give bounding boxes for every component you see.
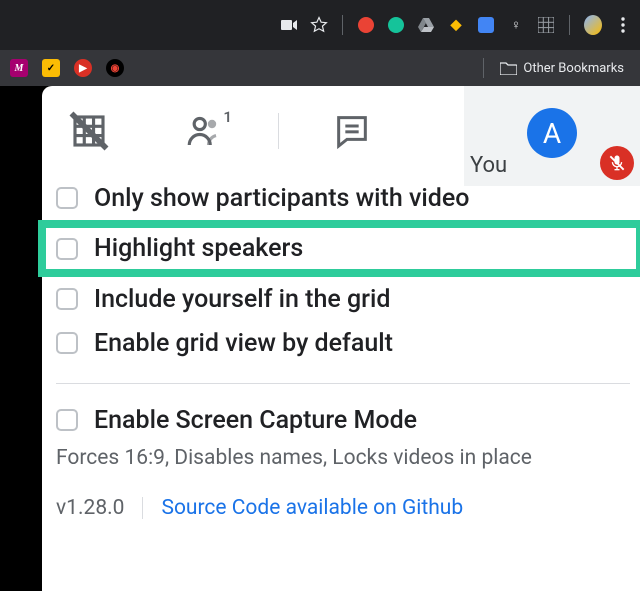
option-include-yourself[interactable]: Include yourself in the grid: [56, 277, 630, 321]
ext-drive-icon[interactable]: [417, 16, 435, 34]
folder-icon: [500, 61, 517, 75]
option-enable-default[interactable]: Enable grid view by default: [56, 321, 630, 365]
star-icon[interactable]: [310, 16, 328, 34]
bookmark-item-2[interactable]: ✓: [42, 59, 60, 77]
camera-icon[interactable]: [280, 16, 298, 34]
toolbar-separator: [569, 15, 570, 35]
bookmarks-separator: [483, 58, 484, 78]
checkbox-icon[interactable]: [56, 332, 78, 354]
source-code-link[interactable]: Source Code available on Github: [161, 496, 463, 520]
self-view-tile[interactable]: A You: [464, 86, 640, 186]
mute-button[interactable]: [600, 146, 634, 180]
ext-blue-icon[interactable]: [477, 16, 495, 34]
avatar-initial: A: [543, 117, 561, 150]
option-highlight-speakers[interactable]: Highlight speakers: [42, 224, 640, 273]
self-label: You: [470, 153, 507, 178]
ext-red-icon[interactable]: [357, 16, 375, 34]
mic-off-icon: [607, 153, 627, 173]
other-bookmarks-folder[interactable]: Other Bookmarks: [494, 57, 630, 80]
profile-avatar-icon[interactable]: [584, 16, 602, 34]
option-subtext: Forces 16:9, Disables names, Locks video…: [56, 446, 630, 470]
tab-separator: [278, 113, 279, 149]
option-label: Include yourself in the grid: [94, 285, 390, 314]
ext-superman-icon[interactable]: ◆: [447, 16, 465, 34]
browser-extension-bar: ◆ ♀: [0, 0, 640, 50]
avatar: A: [527, 108, 577, 158]
checkbox-icon[interactable]: [56, 409, 78, 431]
checkbox-icon[interactable]: [56, 187, 78, 209]
option-label: Enable Screen Capture Mode: [94, 406, 417, 435]
bookmarks-bar: M ✓ ▶ ◉ Other Bookmarks: [0, 50, 640, 86]
option-label: Only show participants with video: [94, 184, 469, 213]
version-label: v1.28.0: [56, 496, 124, 520]
ext-grammarly-icon[interactable]: [387, 16, 405, 34]
checkbox-icon[interactable]: [56, 288, 78, 310]
option-label: Enable grid view by default: [94, 329, 393, 358]
divider: [56, 383, 630, 384]
toolbar-separator: [342, 15, 343, 35]
chat-icon[interactable]: [329, 108, 375, 154]
option-label: Highlight speakers: [94, 234, 303, 263]
panel-footer: v1.28.0 Source Code available on Github: [56, 496, 630, 520]
other-bookmarks-label: Other Bookmarks: [523, 61, 624, 76]
bookmark-item-1[interactable]: M: [10, 59, 28, 77]
bookmark-item-4[interactable]: ◉: [106, 59, 124, 77]
grid-off-icon[interactable]: [66, 108, 112, 154]
option-screen-capture[interactable]: Enable Screen Capture Mode: [56, 398, 630, 442]
participants-icon[interactable]: 1: [182, 108, 228, 154]
browser-menu-icon[interactable]: [614, 16, 632, 34]
ext-grid-icon[interactable]: [537, 16, 555, 34]
ext-bulb-icon[interactable]: ♀: [507, 16, 525, 34]
checkbox-icon[interactable]: [56, 238, 78, 260]
bookmark-item-3[interactable]: ▶: [74, 59, 92, 77]
footer-separator: [142, 497, 143, 519]
